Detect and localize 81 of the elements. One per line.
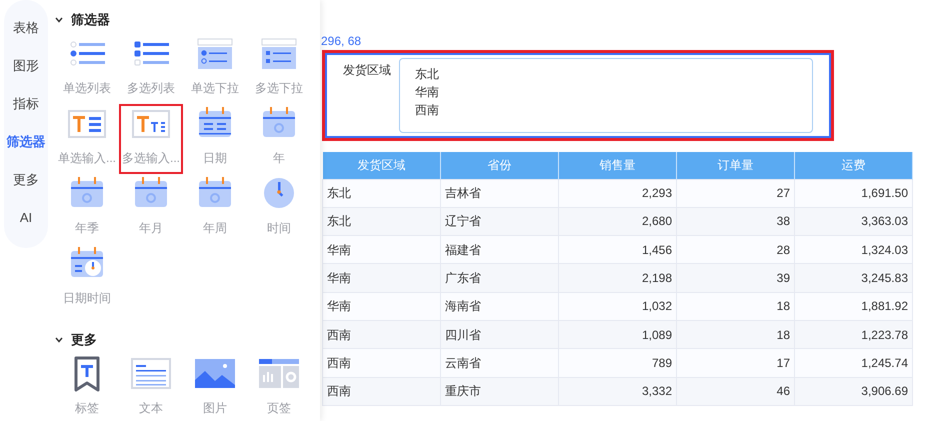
chevron-icon[interactable] (55, 17, 63, 23)
filter-widget[interactable]: 发货区域 东北 华南 西南 (322, 50, 834, 141)
widget-item[interactable]: 页签 (247, 354, 311, 421)
table-cell: 华南 (322, 292, 440, 320)
table-cell: 东北 (322, 179, 440, 208)
widget-label: 年周 (203, 220, 227, 236)
table-cell: 1,245.74 (794, 348, 912, 378)
filter-value: 西南 (415, 102, 440, 119)
section-title[interactable]: 筛选器 (71, 10, 110, 30)
column-header: 发货区域 (322, 152, 440, 179)
widget-item[interactable]: 图片 (183, 354, 247, 421)
widget-item[interactable]: 单选输入... (55, 104, 119, 174)
table-cell: 39 (676, 264, 794, 292)
table-cell: 17 (676, 348, 794, 378)
table-cell: 西南 (322, 348, 440, 378)
section-title[interactable]: 更多 (71, 330, 97, 350)
table-cell: 海南省 (440, 292, 558, 320)
widget-item[interactable]: 日期 (183, 104, 247, 174)
widget-item[interactable]: 单选列表 (55, 34, 119, 104)
table-cell: 3,906.69 (794, 377, 912, 406)
widget-label: 多选输入... (122, 150, 180, 166)
column-header: 省份 (440, 152, 558, 179)
position-text: 296, 68 (321, 34, 362, 48)
table-cell: 广东省 (440, 264, 558, 292)
widget-item[interactable]: 年季 (55, 174, 119, 244)
table-cell: 1,881.92 (794, 292, 912, 320)
rail-tab[interactable]: AI (20, 208, 32, 228)
table-cell: 46 (676, 377, 794, 406)
widget-label: 单选列表 (63, 80, 111, 96)
filter-value: 东北 (415, 66, 440, 83)
widget-label: 日期 (203, 150, 227, 166)
widget-label: 图片 (203, 400, 227, 416)
rail-tab[interactable]: 表格 (13, 18, 39, 38)
filter-value: 华南 (415, 84, 440, 101)
widget-item[interactable]: 年周 (183, 174, 247, 244)
widget-item[interactable]: 多选列表 (119, 34, 183, 104)
table-cell: 18 (676, 292, 794, 320)
widget-item[interactable]: 年 (247, 104, 311, 174)
widget-label: 年季 (75, 220, 99, 236)
widget-item[interactable]: 单选下拉 (183, 34, 247, 104)
widget-label: 标签 (75, 400, 99, 416)
table-cell: 西南 (322, 377, 440, 406)
widget-label: 页签 (267, 400, 291, 416)
widget-item[interactable]: 多选下拉 (247, 34, 311, 104)
table-cell: 1,691.50 (794, 179, 912, 208)
rail-tab[interactable]: 更多 (13, 170, 39, 190)
table-cell: 2,198 (558, 264, 676, 292)
column-header: 运费 (794, 152, 912, 179)
widget-label: 年 (273, 150, 285, 166)
widget-item[interactable]: 标签 (55, 354, 119, 421)
widget-item[interactable]: 文本 (119, 354, 183, 421)
table-cell: 2,293 (558, 179, 676, 208)
widget-item[interactable]: 时间 (247, 174, 311, 244)
table-cell: 3,245.83 (794, 264, 912, 292)
table-cell: 1,032 (558, 292, 676, 320)
table-cell: 华南 (322, 264, 440, 292)
widget-label: 文本 (139, 400, 163, 416)
column-header: 订单量 (676, 152, 794, 179)
chevron-icon[interactable] (55, 337, 63, 343)
filter-input[interactable]: 东北 华南 西南 (399, 58, 813, 133)
widget-item[interactable]: 年月 (119, 174, 183, 244)
widget-label: 单选下拉 (191, 80, 239, 96)
widget-label: 单选输入... (58, 150, 116, 166)
widget-label: 多选列表 (127, 80, 175, 96)
column-header: 销售量 (558, 152, 676, 179)
filter-label: 发货区域 (343, 62, 391, 79)
table-cell: 27 (676, 179, 794, 208)
table-cell: 云南省 (440, 348, 558, 378)
table-cell: 重庆市 (440, 377, 558, 406)
widget-item[interactable]: 日期时间 (55, 244, 119, 314)
rail-tab[interactable]: 图形 (13, 56, 39, 76)
rail-tab[interactable]: 指标 (13, 94, 39, 114)
table-cell: 789 (558, 348, 676, 378)
table-cell: 3,332 (558, 377, 676, 406)
widget-label: 多选下拉 (255, 80, 303, 96)
widget-label: 时间 (267, 220, 291, 236)
table-cell: 吉林省 (440, 179, 558, 208)
widget-label: 年月 (139, 220, 163, 236)
widget-item[interactable]: 多选输入... (119, 104, 183, 174)
rail-tab[interactable]: 筛选器 (6, 132, 46, 152)
widget-label: 日期时间 (63, 290, 111, 306)
